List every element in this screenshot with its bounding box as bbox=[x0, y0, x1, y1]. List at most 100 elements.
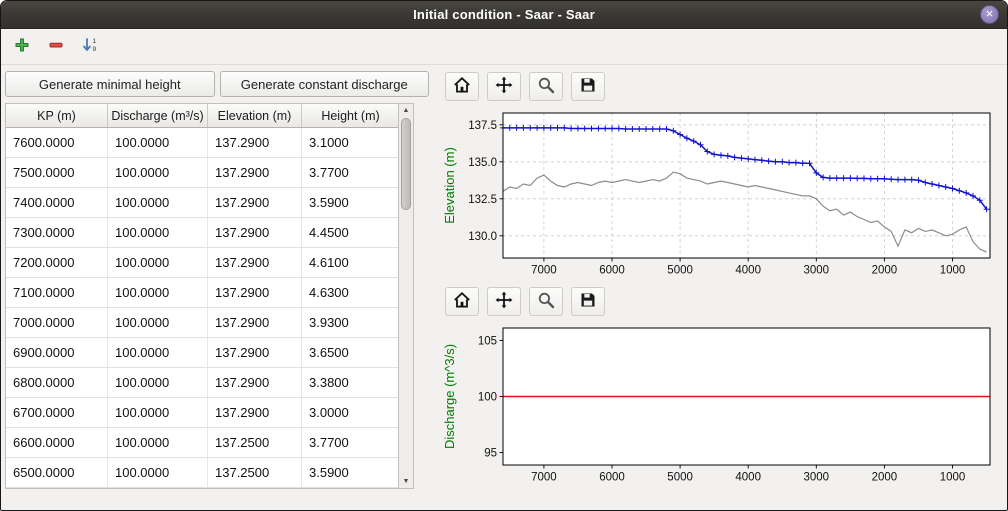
table-row[interactable]: 6900.0000100.0000137.29003.6500 bbox=[6, 338, 398, 368]
table-scrollbar[interactable]: ▲ ▼ bbox=[398, 103, 414, 489]
table-cell[interactable]: 100.0000 bbox=[108, 188, 208, 217]
table-cell[interactable]: 3.7700 bbox=[302, 158, 398, 187]
table-row[interactable]: 6800.0000100.0000137.29003.3800 bbox=[6, 368, 398, 398]
close-icon: × bbox=[986, 6, 994, 21]
table-cell[interactable]: 100.0000 bbox=[108, 128, 208, 157]
elevation-chart[interactable]: 7000600050004000300020001000130.0132.513… bbox=[441, 106, 997, 284]
table-row[interactable]: 7100.0000100.0000137.29004.6300 bbox=[6, 278, 398, 308]
table-cell[interactable]: 100.0000 bbox=[108, 248, 208, 277]
home-button[interactable] bbox=[445, 72, 479, 101]
table-cell[interactable]: 3.1000 bbox=[302, 128, 398, 157]
discharge-chart[interactable]: 700060005000400030002000100095100105Disc… bbox=[441, 321, 997, 491]
table-cell[interactable]: 7200.0000 bbox=[6, 248, 108, 277]
table-cell[interactable]: 4.4500 bbox=[302, 218, 398, 247]
elevation-plot-toolbar bbox=[441, 69, 999, 106]
table-row[interactable]: 7200.0000100.0000137.29004.6100 bbox=[6, 248, 398, 278]
svg-text:2000: 2000 bbox=[872, 265, 898, 277]
save-button[interactable] bbox=[571, 287, 605, 316]
table-cell[interactable]: 3.7700 bbox=[302, 428, 398, 457]
table-cell[interactable]: 6900.0000 bbox=[6, 338, 108, 367]
svg-text:Elevation (m): Elevation (m) bbox=[442, 147, 457, 224]
column-header[interactable]: Discharge (m³/s) bbox=[108, 104, 208, 127]
home-icon bbox=[453, 291, 471, 312]
scrollbar-thumb[interactable] bbox=[401, 118, 411, 210]
titlebar[interactable]: Initial condition - Saar - Saar × bbox=[1, 1, 1007, 29]
table-cell[interactable]: 7300.0000 bbox=[6, 218, 108, 247]
column-header[interactable]: KP (m) bbox=[6, 104, 108, 127]
table-cell[interactable]: 137.2900 bbox=[208, 278, 302, 307]
table-row[interactable]: 7500.0000100.0000137.29003.7700 bbox=[6, 158, 398, 188]
pan-button[interactable] bbox=[487, 287, 521, 316]
table-row[interactable]: 6600.0000100.0000137.25003.7700 bbox=[6, 428, 398, 458]
table-cell[interactable]: 137.2900 bbox=[208, 188, 302, 217]
scroll-down-icon[interactable]: ▼ bbox=[403, 475, 410, 488]
home-button[interactable] bbox=[445, 287, 479, 316]
save-button[interactable] bbox=[571, 72, 605, 101]
table-cell[interactable]: 100.0000 bbox=[108, 368, 208, 397]
table-cell[interactable]: 100.0000 bbox=[108, 158, 208, 187]
pan-icon bbox=[495, 291, 513, 312]
svg-text:6000: 6000 bbox=[599, 472, 625, 484]
table-cell[interactable]: 100.0000 bbox=[108, 218, 208, 247]
table-cell[interactable]: 6800.0000 bbox=[6, 368, 108, 397]
table-cell[interactable]: 6600.0000 bbox=[6, 428, 108, 457]
app-window: Initial condition - Saar - Saar × 1 9 bbox=[0, 0, 1008, 511]
table-cell[interactable]: 137.2900 bbox=[208, 368, 302, 397]
table-cell[interactable]: 7000.0000 bbox=[6, 308, 108, 337]
table-row[interactable]: 7400.0000100.0000137.29003.5900 bbox=[6, 188, 398, 218]
zoom-button[interactable] bbox=[529, 72, 563, 101]
scrollbar-track[interactable] bbox=[399, 117, 413, 475]
table-cell[interactable]: 137.2900 bbox=[208, 308, 302, 337]
table-cell[interactable]: 6700.0000 bbox=[6, 398, 108, 427]
generate-minimal-height-button[interactable]: Generate minimal height bbox=[5, 71, 215, 97]
table-cell[interactable]: 7500.0000 bbox=[6, 158, 108, 187]
table-cell[interactable]: 3.9300 bbox=[302, 308, 398, 337]
column-header[interactable]: Elevation (m) bbox=[208, 104, 302, 127]
table-cell[interactable]: 3.6500 bbox=[302, 338, 398, 367]
scroll-up-icon[interactable]: ▲ bbox=[403, 104, 410, 117]
table-row[interactable]: 6700.0000100.0000137.29003.0000 bbox=[6, 398, 398, 428]
table-cell[interactable]: 3.5900 bbox=[302, 188, 398, 217]
table-cell[interactable]: 137.2500 bbox=[208, 428, 302, 457]
table-cell[interactable]: 100.0000 bbox=[108, 338, 208, 367]
table-cell[interactable]: 137.2500 bbox=[208, 458, 302, 487]
generate-constant-discharge-button[interactable]: Generate constant discharge bbox=[220, 71, 430, 97]
table-cell[interactable]: 7100.0000 bbox=[6, 278, 108, 307]
zoom-button[interactable] bbox=[529, 287, 563, 316]
table-cell[interactable]: 3.5900 bbox=[302, 458, 398, 487]
table-cell[interactable]: 137.2900 bbox=[208, 248, 302, 277]
table-cell[interactable]: 100.0000 bbox=[108, 398, 208, 427]
right-panel: 7000600050004000300020001000130.0132.513… bbox=[431, 69, 1005, 502]
table-cell[interactable]: 100.0000 bbox=[108, 428, 208, 457]
table-cell[interactable]: 137.2900 bbox=[208, 158, 302, 187]
table-row[interactable]: 7600.0000100.0000137.29003.1000 bbox=[6, 128, 398, 158]
svg-text:135.0: 135.0 bbox=[468, 157, 497, 169]
table-cell[interactable]: 4.6300 bbox=[302, 278, 398, 307]
table-row[interactable]: 7000.0000100.0000137.29003.9300 bbox=[6, 308, 398, 338]
svg-text:100: 100 bbox=[478, 392, 497, 404]
table-cell[interactable]: 137.2900 bbox=[208, 398, 302, 427]
svg-text:1000: 1000 bbox=[940, 472, 966, 484]
table-cell[interactable]: 6500.0000 bbox=[6, 458, 108, 487]
close-button[interactable]: × bbox=[980, 5, 999, 24]
remove-row-button[interactable] bbox=[41, 33, 71, 61]
table-cell[interactable]: 7400.0000 bbox=[6, 188, 108, 217]
svg-text:3000: 3000 bbox=[804, 472, 830, 484]
table-cell[interactable]: 137.2900 bbox=[208, 128, 302, 157]
column-header[interactable]: Height (m) bbox=[302, 104, 399, 127]
table-row[interactable]: 6500.0000100.0000137.25003.5900 bbox=[6, 458, 398, 488]
table-cell[interactable]: 3.3800 bbox=[302, 368, 398, 397]
table-cell[interactable]: 137.2900 bbox=[208, 338, 302, 367]
table-cell[interactable]: 100.0000 bbox=[108, 458, 208, 487]
table-cell[interactable]: 100.0000 bbox=[108, 308, 208, 337]
svg-text:1000: 1000 bbox=[940, 265, 966, 277]
table-cell[interactable]: 137.2900 bbox=[208, 218, 302, 247]
table-cell[interactable]: 7600.0000 bbox=[6, 128, 108, 157]
pan-button[interactable] bbox=[487, 72, 521, 101]
table-cell[interactable]: 3.0000 bbox=[302, 398, 398, 427]
table-row[interactable]: 7300.0000100.0000137.29004.4500 bbox=[6, 218, 398, 248]
add-row-button[interactable] bbox=[7, 33, 37, 61]
table-cell[interactable]: 4.6100 bbox=[302, 248, 398, 277]
table-cell[interactable]: 100.0000 bbox=[108, 278, 208, 307]
sort-button[interactable]: 1 9 bbox=[75, 33, 105, 61]
